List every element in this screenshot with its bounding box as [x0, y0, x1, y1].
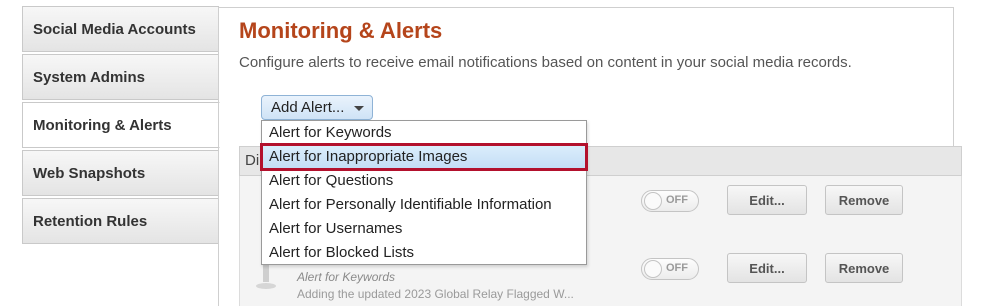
menu-item-alert-inappropriate-images[interactable]: Alert for Inappropriate Images	[260, 143, 588, 171]
sidebar-item-retention-rules[interactable]: Retention Rules	[22, 198, 219, 244]
table-header-label: Di	[245, 152, 260, 169]
remove-button[interactable]: Remove	[825, 185, 903, 215]
add-alert-menu: Alert for Keywords Alert for Inappropria…	[260, 120, 588, 265]
add-alert-label: Add Alert...	[271, 99, 345, 116]
edit-button[interactable]: Edit...	[727, 185, 807, 215]
menu-item-alert-pii[interactable]: Alert for Personally Identifiable Inform…	[262, 193, 586, 217]
alert-type-label: Alert for Keywords	[297, 270, 396, 284]
alert-toggle[interactable]: OFF	[641, 258, 699, 280]
edit-button[interactable]: Edit...	[727, 253, 807, 283]
chevron-down-icon	[354, 106, 364, 111]
sidebar-nav: Social Media Accounts System Admins Moni…	[22, 6, 220, 246]
sidebar-item-social-media-accounts[interactable]: Social Media Accounts	[22, 6, 219, 52]
toggle-knob	[644, 192, 662, 210]
sidebar-item-system-admins[interactable]: System Admins	[22, 54, 219, 100]
menu-item-alert-blocked-lists[interactable]: Alert for Blocked Lists	[262, 241, 586, 265]
alert-description: Adding the updated 2023 Global Relay Fla…	[297, 287, 574, 301]
add-alert-button[interactable]: Add Alert...	[261, 95, 373, 120]
sidebar-item-monitoring-alerts[interactable]: Monitoring & Alerts	[22, 102, 220, 148]
menu-item-alert-keywords[interactable]: Alert for Keywords	[262, 121, 586, 145]
page-title: Monitoring & Alerts	[239, 18, 443, 43]
page-description: Configure alerts to receive email notifi…	[239, 54, 852, 71]
sidebar-item-web-snapshots[interactable]: Web Snapshots	[22, 150, 219, 196]
remove-button[interactable]: Remove	[825, 253, 903, 283]
menu-item-alert-questions[interactable]: Alert for Questions	[262, 169, 586, 193]
toggle-label: OFF	[666, 194, 688, 206]
menu-item-alert-usernames[interactable]: Alert for Usernames	[262, 217, 586, 241]
toggle-label: OFF	[666, 262, 688, 274]
alert-toggle[interactable]: OFF	[641, 190, 699, 212]
toggle-knob	[644, 260, 662, 278]
